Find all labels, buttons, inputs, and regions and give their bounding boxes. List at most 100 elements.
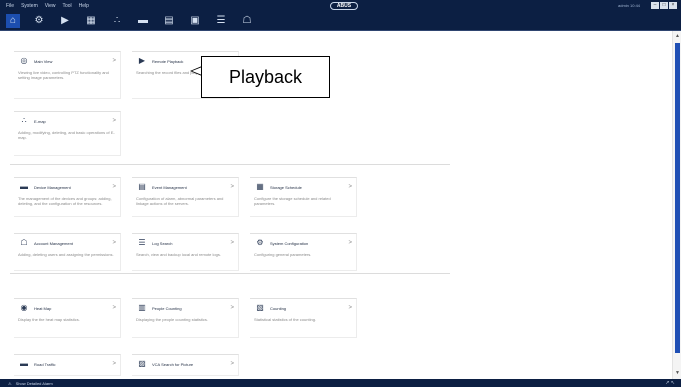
- control-panel: ◎ Main View > Viewing live video, contro…: [0, 31, 672, 379]
- maximize-button[interactable]: □: [660, 2, 668, 9]
- card-header: ▤ Event Management >: [136, 181, 234, 193]
- emap-tool-icon[interactable]: ∴: [110, 14, 124, 28]
- menu-tool[interactable]: Tool: [62, 0, 71, 12]
- card-header: ⚙ System Configuration >: [254, 237, 352, 249]
- card-description: Statistical statistics of the counting.: [254, 317, 317, 322]
- device-tool-icon[interactable]: ▬: [136, 14, 150, 28]
- card-device-management[interactable]: ▬ Device Management > The management of …: [14, 177, 121, 217]
- card-description: Viewing live video, controlling PTZ func…: [18, 70, 109, 80]
- chevron-right-icon: >: [230, 184, 234, 190]
- menu-bar: File System View Tool Help: [0, 0, 89, 12]
- card-description: Display the the heat map statistics.: [18, 317, 80, 322]
- vertical-scrollbar[interactable]: ▲ ▼: [672, 31, 681, 379]
- card-description: Adding, deleting users and assigning the…: [18, 252, 114, 257]
- menu-file[interactable]: File: [6, 0, 14, 12]
- card-main-view[interactable]: ◎ Main View > Viewing live video, contro…: [14, 51, 121, 99]
- chevron-right-icon: >: [112, 305, 116, 311]
- chevron-right-icon: >: [112, 240, 116, 246]
- counting-icon: ▧: [256, 303, 264, 312]
- card-account-management[interactable]: ☖ Account Management > Adding, deleting …: [14, 233, 121, 271]
- card-title: Road Traffic: [34, 361, 56, 367]
- card-counting[interactable]: ▧ Counting > Statistical statistics of t…: [250, 298, 357, 338]
- chevron-right-icon: >: [112, 184, 116, 190]
- system-configuration-icon: ⚙: [256, 238, 264, 247]
- account-tool-icon[interactable]: ▣: [188, 14, 202, 28]
- log-tool-icon[interactable]: ☰: [214, 14, 228, 28]
- main-view-icon: ◎: [20, 56, 28, 65]
- card-header: ∴ E-map >: [18, 115, 116, 127]
- card-description: Configuring general parameters.: [254, 252, 312, 257]
- chevron-right-icon: >: [230, 240, 234, 246]
- card-log-search[interactable]: ☰ Log Search > Search, view and backup l…: [132, 233, 239, 271]
- emap-icon: ∴: [21, 116, 27, 125]
- status-text[interactable]: Show Detailed Alarm: [16, 381, 53, 386]
- event-tool-icon[interactable]: ▤: [162, 14, 176, 28]
- card-people-counting[interactable]: ▥ People Counting > Displaying the peopl…: [132, 298, 239, 338]
- card-header: ▬ Device Management >: [18, 181, 116, 193]
- section-divider: [10, 273, 450, 274]
- brand-logo: ABUS: [330, 2, 358, 10]
- card-road-traffic[interactable]: ▬ Road Traffic >: [14, 354, 121, 376]
- card-description: Configuration of alarm, abnormal paramet…: [136, 196, 224, 206]
- card-description: The management of the devices and groups…: [18, 196, 112, 206]
- card-title: System Configuration: [270, 240, 309, 246]
- card-header: ▧ Counting >: [254, 302, 352, 314]
- chevron-right-icon: >: [348, 184, 352, 190]
- card-title: Event Management: [152, 184, 187, 190]
- card-description: Configure the storage schedule and relat…: [254, 196, 331, 206]
- menu-view[interactable]: View: [45, 0, 56, 12]
- module-toolbar: ⌂ ⚙ ▶ ▦ ∴ ▬ ▤ ▣ ☰ ☖: [0, 12, 681, 31]
- people-counting-icon: ▥: [138, 303, 146, 312]
- card-header: ▦ Storage Schedule >: [254, 181, 352, 193]
- card-title: Counting: [270, 305, 287, 311]
- chevron-right-icon: >: [348, 305, 352, 311]
- card-event-management[interactable]: ▤ Event Management > Configuration of al…: [132, 177, 239, 217]
- card-title: VCA Search for Picture: [152, 361, 194, 367]
- menu-help[interactable]: Help: [79, 0, 89, 12]
- home-icon[interactable]: ⌂: [6, 14, 20, 28]
- chevron-right-icon: >: [112, 58, 116, 64]
- close-button[interactable]: ×: [669, 2, 677, 9]
- scroll-thumb[interactable]: [675, 43, 680, 353]
- card-heat-map[interactable]: ◉ Heat Map > Display the the heat map st…: [14, 298, 121, 338]
- heat-map-icon: ◉: [20, 303, 28, 312]
- chevron-right-icon: >: [112, 361, 116, 367]
- card-title: Main View: [34, 58, 53, 64]
- card-header: ◉ Heat Map >: [18, 302, 117, 314]
- card-description: Search, view and backup local and remote…: [136, 252, 221, 257]
- menu-system[interactable]: System: [21, 0, 38, 12]
- status-right-icons[interactable]: ↗ ↖: [665, 379, 675, 387]
- alarm-icon[interactable]: ⚠: [8, 381, 12, 386]
- card-title: People Counting: [152, 305, 182, 311]
- storage-tool-icon[interactable]: ▦: [84, 14, 98, 28]
- main-view-tool-icon[interactable]: ⚙: [32, 14, 46, 28]
- card-header: ◎ Main View >: [18, 55, 117, 67]
- playback-callout: Playback: [201, 56, 330, 98]
- chevron-right-icon: >: [112, 118, 116, 124]
- log-search-icon: ☰: [138, 238, 146, 247]
- card-description: Displaying the people counting statistic…: [136, 317, 209, 322]
- app-window: File System View Tool Help ABUS admin 10…: [0, 0, 681, 387]
- road-traffic-icon: ▬: [20, 359, 28, 368]
- user-info: admin 10:44: [618, 3, 641, 8]
- callout-label: Playback: [228, 67, 303, 87]
- event-management-icon: ▤: [138, 182, 146, 191]
- playback-tool-icon[interactable]: ▶: [58, 14, 72, 28]
- card-emap[interactable]: ∴ E-map > Adding, modifying, deleting, a…: [14, 111, 121, 156]
- card-header: ▬ Road Traffic >: [18, 358, 116, 370]
- card-title: Account Management: [34, 240, 73, 246]
- card-vca-search[interactable]: ▨ VCA Search for Picture >: [132, 354, 239, 376]
- minimize-button[interactable]: –: [651, 2, 659, 9]
- scroll-up-icon[interactable]: ▲: [674, 33, 681, 40]
- scroll-down-icon[interactable]: ▼: [674, 370, 681, 377]
- section-divider: [10, 164, 450, 165]
- chevron-right-icon: >: [230, 361, 234, 367]
- card-header: ▥ People Counting >: [136, 302, 234, 314]
- window-controls: – □ ×: [651, 2, 677, 9]
- user-tool-icon[interactable]: ☖: [240, 14, 254, 28]
- chevron-right-icon: >: [348, 240, 352, 246]
- device-management-icon: ▬: [20, 182, 28, 191]
- card-storage-schedule[interactable]: ▦ Storage Schedule > Configure the stora…: [250, 177, 357, 217]
- storage-schedule-icon: ▦: [256, 182, 264, 191]
- card-system-configuration[interactable]: ⚙ System Configuration > Configuring gen…: [250, 233, 357, 271]
